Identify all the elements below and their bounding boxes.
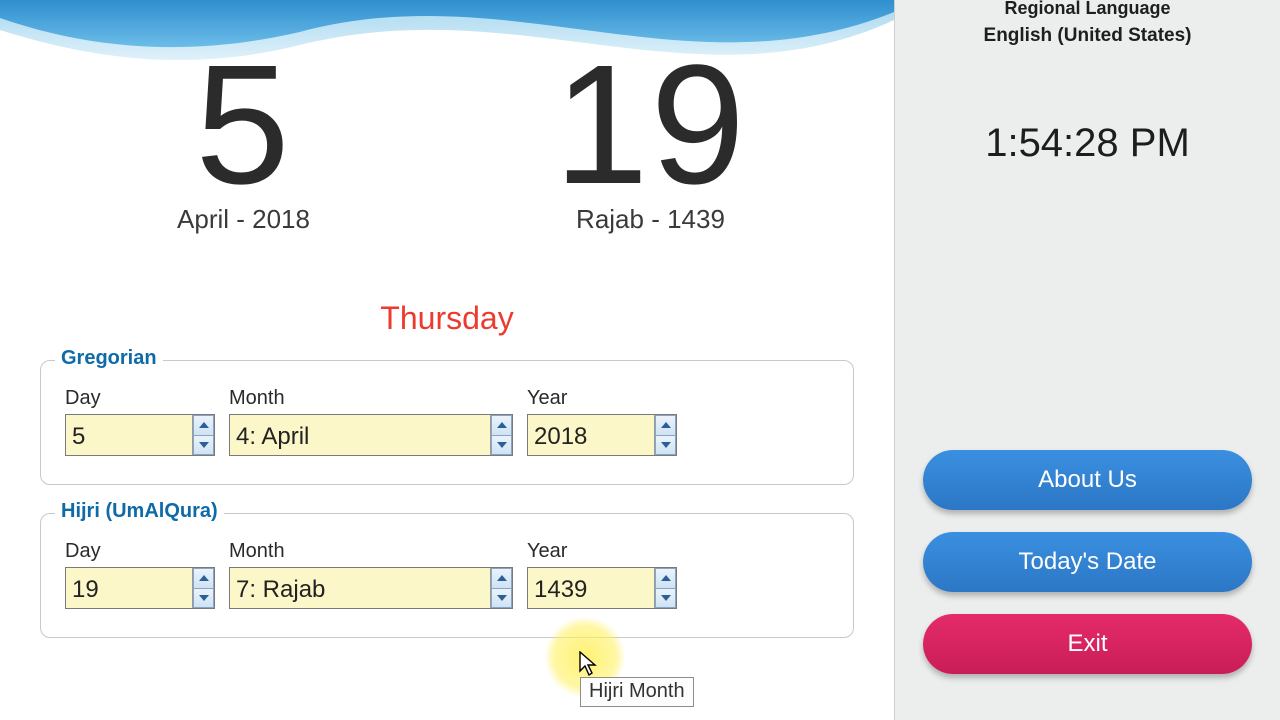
exit-button[interactable]: Exit	[923, 614, 1252, 674]
date-display-row: 5 April - 2018 19 Rajab - 1439	[0, 40, 894, 235]
chevron-down-icon	[497, 442, 507, 448]
about-us-button[interactable]: About Us	[923, 450, 1252, 510]
gregorian-month-label: Month	[229, 387, 513, 410]
chevron-up-icon	[661, 575, 671, 581]
hijri-day-spinner[interactable]: 19	[65, 567, 215, 609]
hijri-month-field: Month 7: Rajab	[229, 540, 513, 609]
action-buttons: About Us Today's Date Exit	[923, 450, 1252, 674]
gregorian-big-day: 5	[40, 40, 447, 210]
hijri-day-label: Day	[65, 540, 215, 563]
hijri-month-down[interactable]	[491, 588, 512, 609]
gregorian-day-down[interactable]	[193, 435, 214, 456]
chevron-up-icon	[497, 422, 507, 428]
hijri-day-down[interactable]	[193, 588, 214, 609]
gregorian-year-spinner[interactable]: 2018	[527, 414, 677, 456]
weekday-label: Thursday	[0, 300, 894, 337]
gregorian-month-up[interactable]	[491, 415, 512, 435]
language-title: Regional Language	[923, 0, 1252, 19]
gregorian-month-spinner[interactable]: 4: April	[229, 414, 513, 456]
gregorian-subtitle: April - 2018	[40, 204, 447, 235]
hijri-month-tooltip: Hijri Month	[580, 677, 694, 707]
hijri-year-down[interactable]	[655, 588, 676, 609]
hijri-day-field: Day 19	[65, 540, 215, 609]
hijri-year-spinner[interactable]: 1439	[527, 567, 677, 609]
gregorian-year-label: Year	[527, 387, 677, 410]
chevron-down-icon	[199, 442, 209, 448]
gregorian-day-label: Day	[65, 387, 215, 410]
gregorian-day-spinner[interactable]: 5	[65, 414, 215, 456]
hijri-year-value[interactable]: 1439	[528, 568, 654, 608]
form-area: Gregorian Day 5 Month	[40, 360, 854, 666]
hijri-legend: Hijri (UmAlQura)	[55, 500, 224, 523]
gregorian-year-value[interactable]: 2018	[528, 415, 654, 455]
hijri-day-up[interactable]	[193, 568, 214, 588]
hijri-year-field: Year 1439	[527, 540, 677, 609]
clock-display: 1:54:28 PM	[923, 121, 1252, 166]
gregorian-year-up[interactable]	[655, 415, 676, 435]
gregorian-day-value[interactable]: 5	[66, 415, 192, 455]
chevron-up-icon	[199, 575, 209, 581]
hijri-month-label: Month	[229, 540, 513, 563]
chevron-down-icon	[497, 595, 507, 601]
app-root: 5 April - 2018 19 Rajab - 1439 Thursday …	[0, 0, 1280, 720]
hijri-subtitle: Rajab - 1439	[447, 204, 854, 235]
chevron-up-icon	[497, 575, 507, 581]
gregorian-group: Gregorian Day 5 Month	[40, 360, 854, 485]
hijri-day-value[interactable]: 19	[66, 568, 192, 608]
language-block: Regional Language English (United States…	[923, 0, 1252, 47]
main-panel: 5 April - 2018 19 Rajab - 1439 Thursday …	[0, 0, 895, 720]
gregorian-day-up[interactable]	[193, 415, 214, 435]
hijri-big-day: 19	[447, 40, 854, 210]
language-value: English (United States)	[923, 25, 1252, 47]
hijri-month-spinner[interactable]: 7: Rajab	[229, 567, 513, 609]
chevron-down-icon	[661, 442, 671, 448]
hijri-year-up[interactable]	[655, 568, 676, 588]
hijri-year-label: Year	[527, 540, 677, 563]
gregorian-month-value[interactable]: 4: April	[230, 415, 490, 455]
hijri-month-value[interactable]: 7: Rajab	[230, 568, 490, 608]
side-panel: Regional Language English (United States…	[895, 0, 1280, 720]
gregorian-year-field: Year 2018	[527, 387, 677, 456]
todays-date-button[interactable]: Today's Date	[923, 532, 1252, 592]
gregorian-year-down[interactable]	[655, 435, 676, 456]
chevron-up-icon	[661, 422, 671, 428]
hijri-group: Hijri (UmAlQura) Day 19 Month	[40, 513, 854, 638]
chevron-down-icon	[199, 595, 209, 601]
chevron-down-icon	[661, 595, 671, 601]
hijri-display: 19 Rajab - 1439	[447, 40, 854, 235]
chevron-up-icon	[199, 422, 209, 428]
gregorian-month-field: Month 4: April	[229, 387, 513, 456]
gregorian-legend: Gregorian	[55, 347, 163, 370]
gregorian-display: 5 April - 2018	[40, 40, 447, 235]
gregorian-month-down[interactable]	[491, 435, 512, 456]
gregorian-day-field: Day 5	[65, 387, 215, 456]
hijri-month-up[interactable]	[491, 568, 512, 588]
